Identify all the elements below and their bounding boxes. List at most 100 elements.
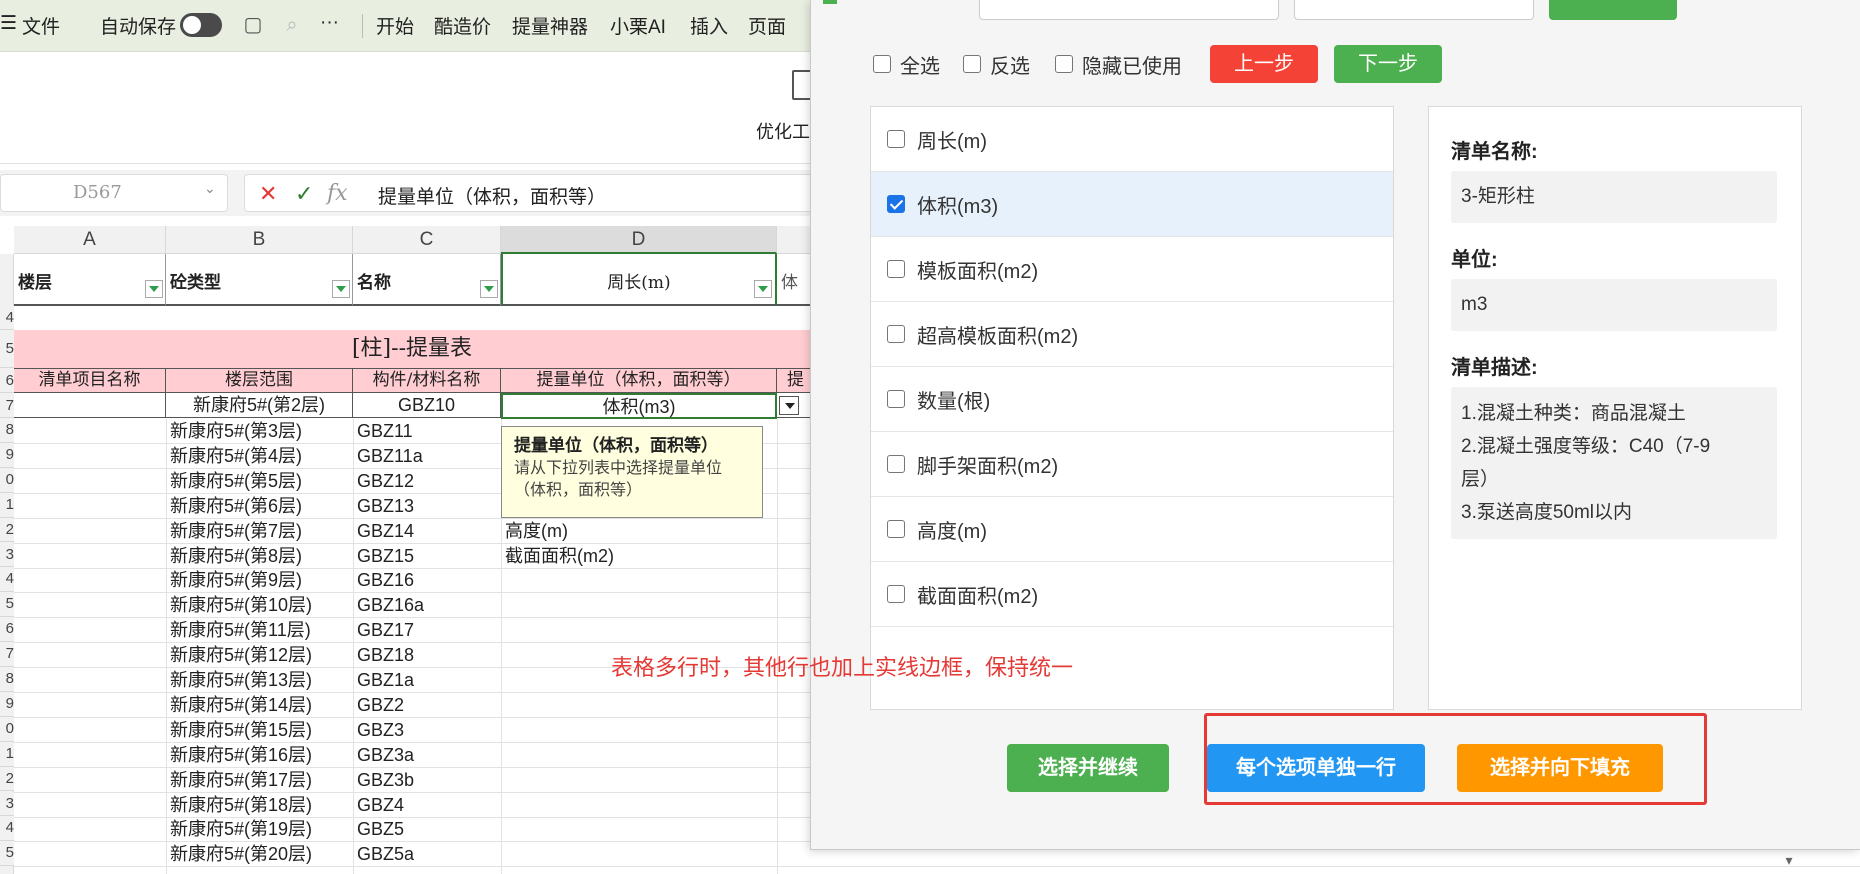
next-button[interactable]: 下一步 bbox=[1334, 45, 1442, 83]
cell-name[interactable]: GBZ16 bbox=[357, 568, 501, 592]
row-number[interactable]: 3 bbox=[0, 791, 14, 817]
cell-name[interactable]: GBZ2 bbox=[357, 693, 501, 717]
cell-unit-selected[interactable]: 体积(m3) bbox=[501, 393, 777, 419]
option-label[interactable]: 数量(根) bbox=[917, 385, 990, 414]
option-checkbox[interactable] bbox=[887, 455, 905, 473]
cell-range[interactable]: 新康府5#(第14层) bbox=[170, 693, 353, 717]
row-number[interactable]: 8 bbox=[0, 418, 14, 443]
cell-name[interactable]: GBZ5 bbox=[357, 817, 501, 841]
cell-name[interactable]: GBZ4 bbox=[357, 793, 501, 817]
fx-icon[interactable]: fx bbox=[327, 181, 348, 206]
cell-range[interactable]: 新康府5#(第12层) bbox=[170, 643, 353, 667]
hide-used-box[interactable] bbox=[1055, 55, 1073, 73]
th-floor-range[interactable]: 楼层范围 bbox=[166, 368, 353, 393]
cell-range[interactable]: 新康府5#(第3层) bbox=[170, 419, 353, 443]
cell-range[interactable]: 新康府5#(第13层) bbox=[170, 668, 353, 692]
th-unit[interactable]: 提量单位（体积，面积等） bbox=[501, 368, 777, 393]
filter-b-icon[interactable] bbox=[332, 280, 350, 298]
cell-unit[interactable]: 高度(m) bbox=[505, 519, 777, 543]
row-number[interactable]: 9 bbox=[0, 442, 14, 468]
invert-box[interactable] bbox=[963, 55, 981, 73]
cell-range[interactable]: 新康府5#(第11层) bbox=[170, 618, 353, 642]
header-perimeter[interactable]: 周长(m) bbox=[501, 254, 777, 306]
row-number[interactable]: 6 bbox=[0, 368, 14, 393]
option-item[interactable]: 体积(m3) bbox=[871, 172, 1393, 237]
filter-c-icon[interactable] bbox=[480, 280, 498, 298]
confirm-icon[interactable]: ✓ bbox=[295, 181, 313, 207]
cell-name[interactable]: GBZ11a bbox=[357, 444, 501, 468]
format-painter-icon[interactable]: ⌕ bbox=[280, 13, 304, 37]
select-all-label[interactable]: 全选 bbox=[900, 50, 940, 79]
tab-page[interactable]: 页面 bbox=[748, 12, 786, 39]
option-item[interactable]: 超高模板面积(m2) bbox=[871, 302, 1393, 367]
row-number[interactable]: 3 bbox=[0, 542, 14, 568]
tab-kuzaojia[interactable]: 酷造价 bbox=[434, 12, 491, 39]
filter-a-icon[interactable] bbox=[145, 280, 163, 298]
th-item-name[interactable]: 清单项目名称 bbox=[14, 368, 166, 393]
cell-range[interactable]: 新康府5#(第16层) bbox=[170, 743, 353, 767]
row-number[interactable]: 6 bbox=[0, 617, 14, 643]
dialog-top-input-1[interactable] bbox=[979, 0, 1279, 20]
cell-range[interactable]: 新康府5#(第15层) bbox=[170, 718, 353, 742]
cell-name[interactable]: GBZ15 bbox=[357, 544, 501, 568]
tab-tiliang[interactable]: 提量神器 bbox=[512, 12, 588, 39]
row-number[interactable]: 5 bbox=[0, 330, 14, 368]
vertical-scrollbar[interactable]: ▾ bbox=[1778, 852, 1800, 874]
option-label[interactable]: 模板面积(m2) bbox=[917, 255, 1038, 284]
header-concrete-type[interactable]: 砼类型 bbox=[166, 254, 353, 306]
row-number[interactable]: 2 bbox=[0, 766, 14, 792]
tab-home[interactable]: 开始 bbox=[376, 12, 414, 39]
cell-range[interactable]: 新康府5#(第5层) bbox=[170, 469, 353, 493]
row-number[interactable]: 1 bbox=[0, 741, 14, 767]
option-item[interactable]: 数量(根) bbox=[871, 367, 1393, 432]
option-label[interactable]: 高度(m) bbox=[917, 515, 987, 544]
option-label[interactable]: 体积(m3) bbox=[917, 190, 998, 219]
dialog-top-input-2[interactable] bbox=[1294, 0, 1534, 20]
invert-label[interactable]: 反选 bbox=[990, 50, 1030, 79]
optimize-tool-label[interactable]: 优化工 bbox=[756, 118, 810, 144]
invert-checkbox[interactable]: 反选 bbox=[963, 44, 1030, 84]
cell-range[interactable]: 新康府5#(第4层) bbox=[170, 444, 353, 468]
prev-button[interactable]: 上一步 bbox=[1210, 45, 1318, 83]
row-number[interactable]: 8 bbox=[0, 667, 14, 692]
option-checkbox[interactable] bbox=[887, 130, 905, 148]
row-number[interactable]: 0 bbox=[0, 467, 14, 493]
option-item[interactable]: 模板面积(m2) bbox=[871, 237, 1393, 302]
cell-range[interactable]: 新康府5#(第17层) bbox=[170, 768, 353, 792]
option-item[interactable]: 脚手架面积(m2) bbox=[871, 432, 1393, 497]
optimize-icon[interactable] bbox=[792, 70, 812, 100]
header-floor[interactable]: 楼层 bbox=[14, 254, 166, 306]
row-number[interactable]: 2 bbox=[0, 517, 14, 543]
option-checkbox[interactable] bbox=[887, 520, 905, 538]
cell-name[interactable]: GBZ13 bbox=[357, 494, 501, 518]
option-checkbox[interactable] bbox=[887, 585, 905, 603]
hamburger-icon[interactable]: ☰ bbox=[0, 12, 17, 35]
option-checkbox[interactable] bbox=[887, 195, 905, 213]
name-box[interactable]: D567 bbox=[0, 174, 228, 212]
option-checkbox[interactable] bbox=[887, 260, 905, 278]
cell-name[interactable]: GBZ3b bbox=[357, 768, 501, 792]
save-icon[interactable]: ▢ bbox=[241, 13, 265, 37]
cell-name-first[interactable]: GBZ10 bbox=[353, 393, 501, 417]
cell-name[interactable]: GBZ5a bbox=[357, 842, 501, 866]
filter-d-icon[interactable] bbox=[754, 280, 772, 298]
row-number[interactable]: 4 bbox=[0, 306, 14, 330]
col-header-a[interactable]: A bbox=[14, 226, 166, 254]
cancel-icon[interactable]: ✕ bbox=[259, 181, 277, 207]
cell-range-first[interactable]: 新康府5#(第2层) bbox=[166, 393, 353, 417]
cell-name[interactable]: GBZ3 bbox=[357, 718, 501, 742]
cell-range[interactable]: 新康府5#(第10层) bbox=[170, 593, 353, 617]
menu-file[interactable]: 文件 bbox=[22, 12, 60, 39]
dropdown-arrow-icon[interactable] bbox=[779, 396, 799, 415]
tab-xiaoli-ai[interactable]: 小栗AI bbox=[610, 12, 666, 39]
th-extra[interactable]: 提 bbox=[777, 368, 810, 393]
select-all-checkbox[interactable]: 全选 bbox=[873, 44, 940, 84]
cell-name[interactable]: GBZ11 bbox=[357, 419, 501, 443]
cell-name[interactable]: GBZ18 bbox=[357, 643, 501, 667]
option-label[interactable]: 周长(m) bbox=[917, 125, 987, 154]
col-header-b[interactable]: B bbox=[166, 226, 353, 254]
col-header-d[interactable]: D bbox=[501, 226, 777, 254]
row-number[interactable]: 9 bbox=[0, 691, 14, 717]
cell-a-first[interactable] bbox=[14, 393, 166, 418]
more-menu[interactable]: ··· bbox=[320, 12, 339, 34]
